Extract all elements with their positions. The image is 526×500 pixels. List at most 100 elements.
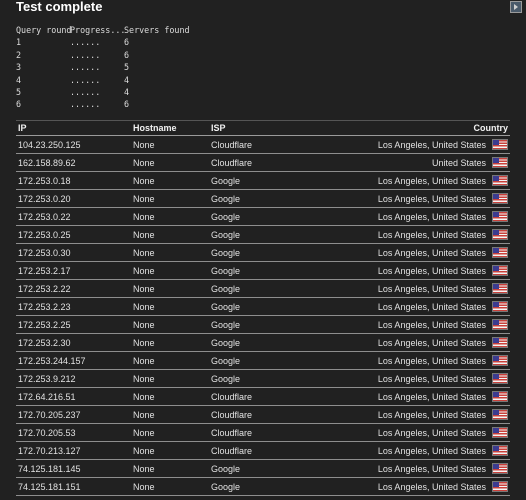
isp-cell: Google	[211, 337, 241, 348]
servers-found-header: Servers found	[124, 25, 190, 35]
progress-dots: ......	[70, 49, 101, 60]
query-round-value: 4	[16, 74, 22, 85]
query-round-value: 3	[16, 62, 22, 73]
isp-cell: Google	[211, 283, 241, 294]
us-flag-icon	[492, 301, 508, 312]
country-cell: Los Angeles, United States	[341, 175, 510, 186]
country-cell: United States	[341, 157, 510, 168]
ip-cell: 172.253.2.23	[18, 301, 71, 312]
hostname-cell: None	[133, 445, 155, 456]
us-flag-icon	[492, 175, 508, 186]
isp-cell: Google	[211, 175, 241, 186]
us-flag-icon	[492, 229, 508, 240]
table-row: 172.253.2.25 None Google Los Angeles, Unite…	[16, 316, 510, 334]
country-text: Los Angeles, United States	[377, 337, 486, 348]
table-row: 172.64.216.51 None Cloudflare Los Angeles, …	[16, 388, 510, 406]
isp-cell: Google	[211, 355, 241, 366]
table-row: 172.253.2.22 None Google Los Angeles, Unite…	[16, 280, 510, 298]
ip-cell: 172.253.0.30	[18, 247, 71, 258]
table-row: 172.253.2.17 None Google Los Angeles, Unite…	[16, 262, 510, 280]
us-flag-icon	[492, 283, 508, 294]
country-text: Los Angeles, United States	[377, 445, 486, 456]
hostname-cell: None	[133, 265, 155, 276]
country-text: Los Angeles, United States	[377, 175, 486, 186]
country-text: Los Angeles, United States	[377, 211, 486, 222]
country-text: Los Angeles, United States	[377, 355, 486, 366]
ip-cell: 172.253.2.25	[18, 319, 71, 330]
servers-found-value: 4	[124, 87, 130, 98]
ip-cell: 172.70.205.53	[18, 427, 76, 438]
table-row: 172.253.0.18 None Google Los Angeles, Unite…	[16, 172, 510, 190]
isp-cell: Google	[211, 247, 241, 258]
ip-cell: 172.70.205.237	[18, 409, 81, 420]
isp-cell: Cloudflare	[211, 409, 253, 420]
country-column-header: Country	[473, 123, 509, 133]
isp-cell: Google	[211, 211, 241, 222]
table-row: 74.125.181.145 None Google Los Angeles, Uni…	[16, 460, 510, 478]
ip-cell: 172.70.213.127	[18, 445, 81, 456]
country-cell: Los Angeles, United States	[341, 427, 510, 438]
country-cell: Los Angeles, United States	[341, 139, 510, 150]
country-cell: Los Angeles, United States	[341, 319, 510, 330]
us-flag-icon	[492, 193, 508, 204]
page-title: Test complete	[16, 0, 103, 14]
query-round-value: 5	[16, 87, 22, 98]
expand-icon[interactable]	[510, 1, 522, 13]
country-cell: Los Angeles, United States	[341, 391, 510, 402]
country-text: Los Angeles, United States	[377, 373, 486, 384]
ip-cell: 74.125.181.145	[18, 463, 81, 474]
table-row: 172.253.2.30 None Google Los Angeles, Unite…	[16, 334, 510, 352]
isp-cell: Google	[211, 229, 241, 240]
progress-dots: ......	[70, 99, 101, 110]
isp-cell: Google	[211, 265, 241, 276]
ip-cell: 104.23.250.125	[18, 139, 81, 150]
progress-header: Progress...	[70, 25, 126, 35]
hostname-cell: None	[133, 427, 155, 438]
hostname-cell: None	[133, 229, 155, 240]
progress-dots: ......	[70, 74, 101, 85]
country-cell: Los Angeles, United States	[341, 481, 510, 492]
us-flag-icon	[492, 463, 508, 474]
us-flag-icon	[492, 427, 508, 438]
hostname-cell: None	[133, 301, 155, 312]
hostname-cell: None	[133, 355, 155, 366]
country-text: Los Angeles, United States	[377, 463, 486, 474]
servers-found-value: 4	[124, 74, 130, 85]
country-text: Los Angeles, United States	[377, 427, 486, 438]
query-progress: Query round Progress... Servers found 1.…	[16, 24, 204, 111]
country-cell: Los Angeles, United States	[341, 301, 510, 312]
hostname-cell: None	[133, 157, 155, 168]
us-flag-icon	[492, 355, 508, 366]
query-row: 4...... 4	[16, 74, 204, 86]
table-row: 74.125.181.151 None Google Los Angeles, Uni…	[16, 478, 510, 496]
us-flag-icon	[492, 409, 508, 420]
ip-cell: 172.253.244.157	[18, 355, 86, 366]
country-cell: Los Angeles, United States	[341, 229, 510, 240]
progress-dots: ......	[70, 37, 101, 48]
isp-cell: Google	[211, 481, 241, 492]
ip-cell: 172.253.2.30	[18, 337, 71, 348]
ip-cell: 162.158.89.62	[18, 157, 76, 168]
country-text: Los Angeles, United States	[377, 481, 486, 492]
hostname-cell: None	[133, 463, 155, 474]
table-row: 172.253.0.25 None Google Los Angeles, Unite…	[16, 226, 510, 244]
isp-cell: Google	[211, 373, 241, 384]
us-flag-icon	[492, 391, 508, 402]
hostname-cell: None	[133, 247, 155, 258]
country-text: Los Angeles, United States	[377, 391, 486, 402]
ip-cell: 172.253.9.212	[18, 373, 76, 384]
us-flag-icon	[492, 139, 508, 150]
query-round-header: Query round	[16, 25, 72, 35]
country-cell: Los Angeles, United States	[341, 193, 510, 204]
hostname-cell: None	[133, 409, 155, 420]
isp-cell: Cloudflare	[211, 157, 253, 168]
query-row: 6...... 6	[16, 98, 204, 110]
us-flag-icon	[492, 247, 508, 258]
table-row: 172.253.0.22 None Google Los Angeles, Unite…	[16, 208, 510, 226]
query-round-value: 2	[16, 49, 22, 60]
query-row: 5...... 4	[16, 86, 204, 98]
query-header-row: Query round Progress... Servers found	[16, 24, 204, 36]
us-flag-icon	[492, 211, 508, 222]
hostname-cell: None	[133, 283, 155, 294]
us-flag-icon	[492, 481, 508, 492]
